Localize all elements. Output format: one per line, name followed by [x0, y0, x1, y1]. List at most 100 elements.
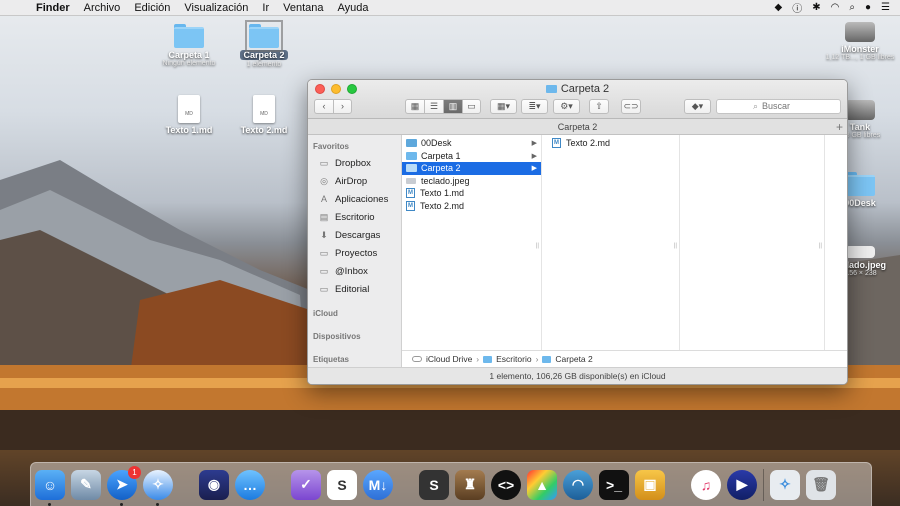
- sidebar-header-devices[interactable]: Dispositivos: [308, 329, 401, 344]
- menu-visualizacion[interactable]: Visualización: [184, 2, 248, 14]
- disclosure-arrow-icon: ▶: [531, 152, 537, 160]
- bluetooth-icon[interactable]: ✱: [812, 2, 820, 13]
- markdown-file-icon: M: [406, 188, 415, 199]
- unread-badge: 1: [128, 465, 141, 479]
- share-icon[interactable]: ⇧: [589, 98, 609, 114]
- column-2: M Texto 2.md ||: [542, 135, 680, 350]
- sidebar-item-proyectos[interactable]: ▭ Proyectos: [308, 244, 401, 262]
- image-file-icon: [845, 246, 875, 258]
- desktop-icon-texto-1[interactable]: MD Texto 1.md: [149, 95, 229, 135]
- back-button[interactable]: ‹: [314, 98, 333, 114]
- folder-icon: [174, 24, 204, 48]
- spark-dock-icon[interactable]: ➤ 1: [107, 465, 141, 506]
- overcast-dock-icon[interactable]: ◉: [199, 469, 229, 500]
- menu-archivo[interactable]: Archivo: [84, 2, 121, 14]
- sidebar-item-escritorio[interactable]: ▤ Escritorio: [308, 208, 401, 226]
- list-item[interactable]: 00Desk ▶: [402, 137, 541, 150]
- folder-icon: [845, 172, 875, 196]
- search-field[interactable]: ⌕: [716, 98, 841, 114]
- column-view-button[interactable]: ▥: [443, 98, 462, 114]
- forward-button[interactable]: ›: [333, 98, 352, 114]
- finder-dock-icon[interactable]: ☺: [35, 469, 65, 506]
- dropbox-button-wrap: ◆▾: [684, 97, 711, 115]
- search-wrap: ⌕: [716, 97, 841, 115]
- sidebar-item-descargas[interactable]: ⬇ Descargas: [308, 226, 401, 244]
- list-view-button[interactable]: ☰: [424, 98, 443, 114]
- view-mode-buttons: ▦ ☰ ▥ ▭: [405, 97, 481, 115]
- markdown-file-icon: MD: [253, 95, 275, 123]
- desktop-icon-imonster[interactable]: iMonster 1,12 TB..., 1 GB libres: [820, 22, 900, 61]
- transmit-dock-icon[interactable]: ▣: [635, 469, 665, 500]
- menu-edicion[interactable]: Edición: [134, 2, 170, 14]
- folder-icon: [545, 85, 557, 93]
- search-input[interactable]: [762, 101, 805, 111]
- window-title: Carpeta 2: [308, 83, 847, 95]
- sidebar-item-aplicaciones[interactable]: A Aplicaciones: [308, 190, 401, 208]
- action-gear-icon[interactable]: ⚙▾: [553, 98, 580, 114]
- desktop-icon-carpeta-1[interactable]: Carpeta 1 Ningún elemento: [149, 24, 229, 67]
- prism-dock-icon[interactable]: ▲: [527, 469, 557, 500]
- keychain-dock-icon[interactable]: ♜: [455, 469, 485, 500]
- messages-dock-icon[interactable]: …: [235, 469, 265, 500]
- sidebar-item-airdrop[interactable]: ◎ AirDrop: [308, 172, 401, 190]
- column-3: ||: [680, 135, 825, 350]
- sidebar-header-tags[interactable]: Etiquetas: [308, 352, 401, 367]
- gallery-view-button[interactable]: ▭: [462, 98, 481, 114]
- omnifocus-dock-icon[interactable]: ✓: [291, 469, 321, 500]
- list-item-selected[interactable]: Carpeta 2 ▶: [402, 162, 541, 175]
- safari-dock-icon[interactable]: ✧: [143, 469, 173, 506]
- terminal-dock-icon[interactable]: >_: [599, 469, 629, 500]
- slack-dock-icon[interactable]: S: [327, 469, 357, 500]
- folder-icon: ▭: [319, 266, 329, 276]
- desktop-icon-texto-2[interactable]: MD Texto 2.md: [224, 95, 304, 135]
- folder-icon: [245, 20, 283, 52]
- sidebar-item-editorial[interactable]: ▭ Editorial: [308, 280, 401, 298]
- column-resize-handle[interactable]: ||: [674, 243, 677, 249]
- column-4: [825, 135, 847, 350]
- group-by-button[interactable]: ▦▾: [490, 98, 517, 114]
- menu-ayuda[interactable]: Ayuda: [338, 2, 369, 14]
- window-titlebar[interactable]: Carpeta 2 ‹ › ▦ ☰ ▥ ▭ ▦▾ ≣▾ ⚙▾ ⇧ ⊂⊃ ◆▾ ⌕…: [308, 80, 847, 119]
- user-avatar-icon[interactable]: ●: [865, 2, 871, 13]
- new-tab-button[interactable]: +: [836, 119, 843, 135]
- preview-dock-icon[interactable]: ✎: [71, 469, 101, 500]
- spotlight-icon[interactable]: ⌕: [849, 2, 855, 13]
- arrange-button-wrap: ≣▾: [521, 97, 548, 115]
- desktop-icon-carpeta-2[interactable]: Carpeta 2 1 elemento: [224, 20, 304, 68]
- tab-carpeta-2[interactable]: Carpeta 2: [558, 122, 598, 132]
- column-resize-handle[interactable]: ||: [819, 243, 822, 249]
- notifications-icon[interactable]: ☰: [881, 2, 890, 13]
- code-editor-dock-icon[interactable]: <>: [491, 469, 521, 500]
- tag-icon[interactable]: ⊂⊃: [621, 98, 641, 114]
- list-item[interactable]: Carpeta 1 ▶: [402, 150, 541, 163]
- sidebar-header-icloud[interactable]: iCloud: [308, 306, 401, 321]
- list-item[interactable]: teclado.jpeg: [402, 175, 541, 188]
- folder-icon: [406, 151, 417, 160]
- list-item[interactable]: M Texto 2.md: [402, 200, 541, 213]
- path-item-icloud[interactable]: iCloud Drive: [426, 354, 472, 364]
- screenflow-dock-icon[interactable]: ▶: [727, 469, 757, 500]
- menu-ir[interactable]: Ir: [262, 2, 269, 14]
- path-item-carpeta-2[interactable]: Carpeta 2: [555, 354, 592, 364]
- list-item[interactable]: M Texto 2.md: [542, 137, 679, 150]
- tower-dock-icon[interactable]: ◠: [563, 469, 593, 500]
- sidebar-item-inbox[interactable]: ▭ @Inbox: [308, 262, 401, 280]
- downloads-stack-dock-icon[interactable]: ✧: [770, 469, 800, 500]
- sublime-dock-icon[interactable]: S: [419, 469, 449, 500]
- trash-icon[interactable]: 🗑: [806, 469, 836, 500]
- info-icon[interactable]: ⓘ: [792, 0, 802, 15]
- column-resize-handle[interactable]: ||: [536, 243, 539, 249]
- path-item-escritorio[interactable]: Escritorio: [496, 354, 531, 364]
- dropbox-icon[interactable]: ◆: [775, 2, 783, 13]
- menu-app-name[interactable]: Finder: [36, 2, 70, 14]
- music-dock-icon[interactable]: ♫: [691, 469, 721, 500]
- markdown-app-dock-icon[interactable]: M↓: [363, 469, 393, 500]
- sidebar-item-dropbox[interactable]: ▭ Dropbox: [308, 154, 401, 172]
- arrange-button[interactable]: ≣▾: [521, 98, 548, 114]
- list-item[interactable]: M Texto 1.md: [402, 187, 541, 200]
- menu-ventana[interactable]: Ventana: [283, 2, 323, 14]
- folder-icon: [406, 164, 417, 173]
- dropbox-menu-icon[interactable]: ◆▾: [684, 98, 711, 114]
- icon-view-button[interactable]: ▦: [405, 98, 424, 114]
- wifi-icon[interactable]: ◠: [831, 2, 840, 13]
